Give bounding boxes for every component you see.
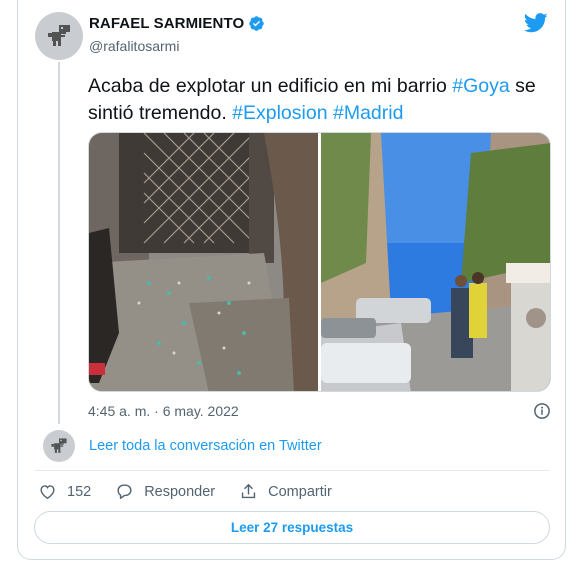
author-name[interactable]: RAFAEL SARMIENTO <box>89 15 244 32</box>
author-avatar-small <box>43 430 75 462</box>
tweet-text: Acaba de explotar un edificio en mi barr… <box>88 73 558 127</box>
like-count: 152 <box>67 483 92 500</box>
read-conversation-link[interactable]: Leer toda la conversación en Twitter <box>89 438 322 454</box>
read-conversation-row[interactable]: Leer toda la conversación en Twitter <box>43 430 322 462</box>
dinosaur-icon <box>48 25 70 46</box>
share-icon <box>241 484 256 499</box>
heart-icon <box>40 485 55 500</box>
tweet-text-part: Acaba de explotar un edificio en mi barr… <box>88 75 453 97</box>
photo-street-scene[interactable] <box>321 133 550 391</box>
divider <box>35 470 550 471</box>
twitter-bird-icon[interactable] <box>524 12 548 34</box>
action-bar: 152 Responder Compartir <box>38 482 356 501</box>
hashtag-link[interactable]: #Explosion <box>232 102 327 124</box>
embedded-tweet-card: RAFAEL SARMIENTO @rafalitosarmi Acaba de… <box>17 0 566 560</box>
photo-street-scene-image <box>321 133 550 391</box>
timestamp-row: 4:45 a. m. · 6 may. 2022 <box>88 402 551 420</box>
photo-shattered-glass[interactable] <box>89 133 318 391</box>
info-icon[interactable] <box>533 402 551 420</box>
hashtag-link[interactable]: #Goya <box>452 75 509 97</box>
share-label: Compartir <box>268 483 332 500</box>
share-button[interactable]: Compartir <box>239 482 332 501</box>
verified-badge-icon <box>249 16 264 31</box>
thread-line <box>58 62 60 424</box>
author-name-row[interactable]: RAFAEL SARMIENTO <box>89 15 265 32</box>
reply-bubble-icon <box>117 484 132 499</box>
photo-shattered-glass-image <box>89 133 318 391</box>
like-button[interactable]: 152 <box>38 482 91 501</box>
read-replies-button[interactable]: Leer 27 respuestas <box>34 511 550 544</box>
reply-button[interactable]: Responder <box>115 482 215 501</box>
author-handle[interactable]: @rafalitosarmi <box>89 38 179 54</box>
dinosaur-icon <box>51 438 67 453</box>
read-replies-label: Leer 27 respuestas <box>230 520 354 535</box>
tweet-media <box>88 132 551 392</box>
author-avatar[interactable] <box>35 12 83 60</box>
tweet-timestamp[interactable]: 4:45 a. m. · 6 may. 2022 <box>88 403 239 419</box>
hashtag-link[interactable]: #Madrid <box>333 102 403 124</box>
reply-label: Responder <box>144 483 216 500</box>
